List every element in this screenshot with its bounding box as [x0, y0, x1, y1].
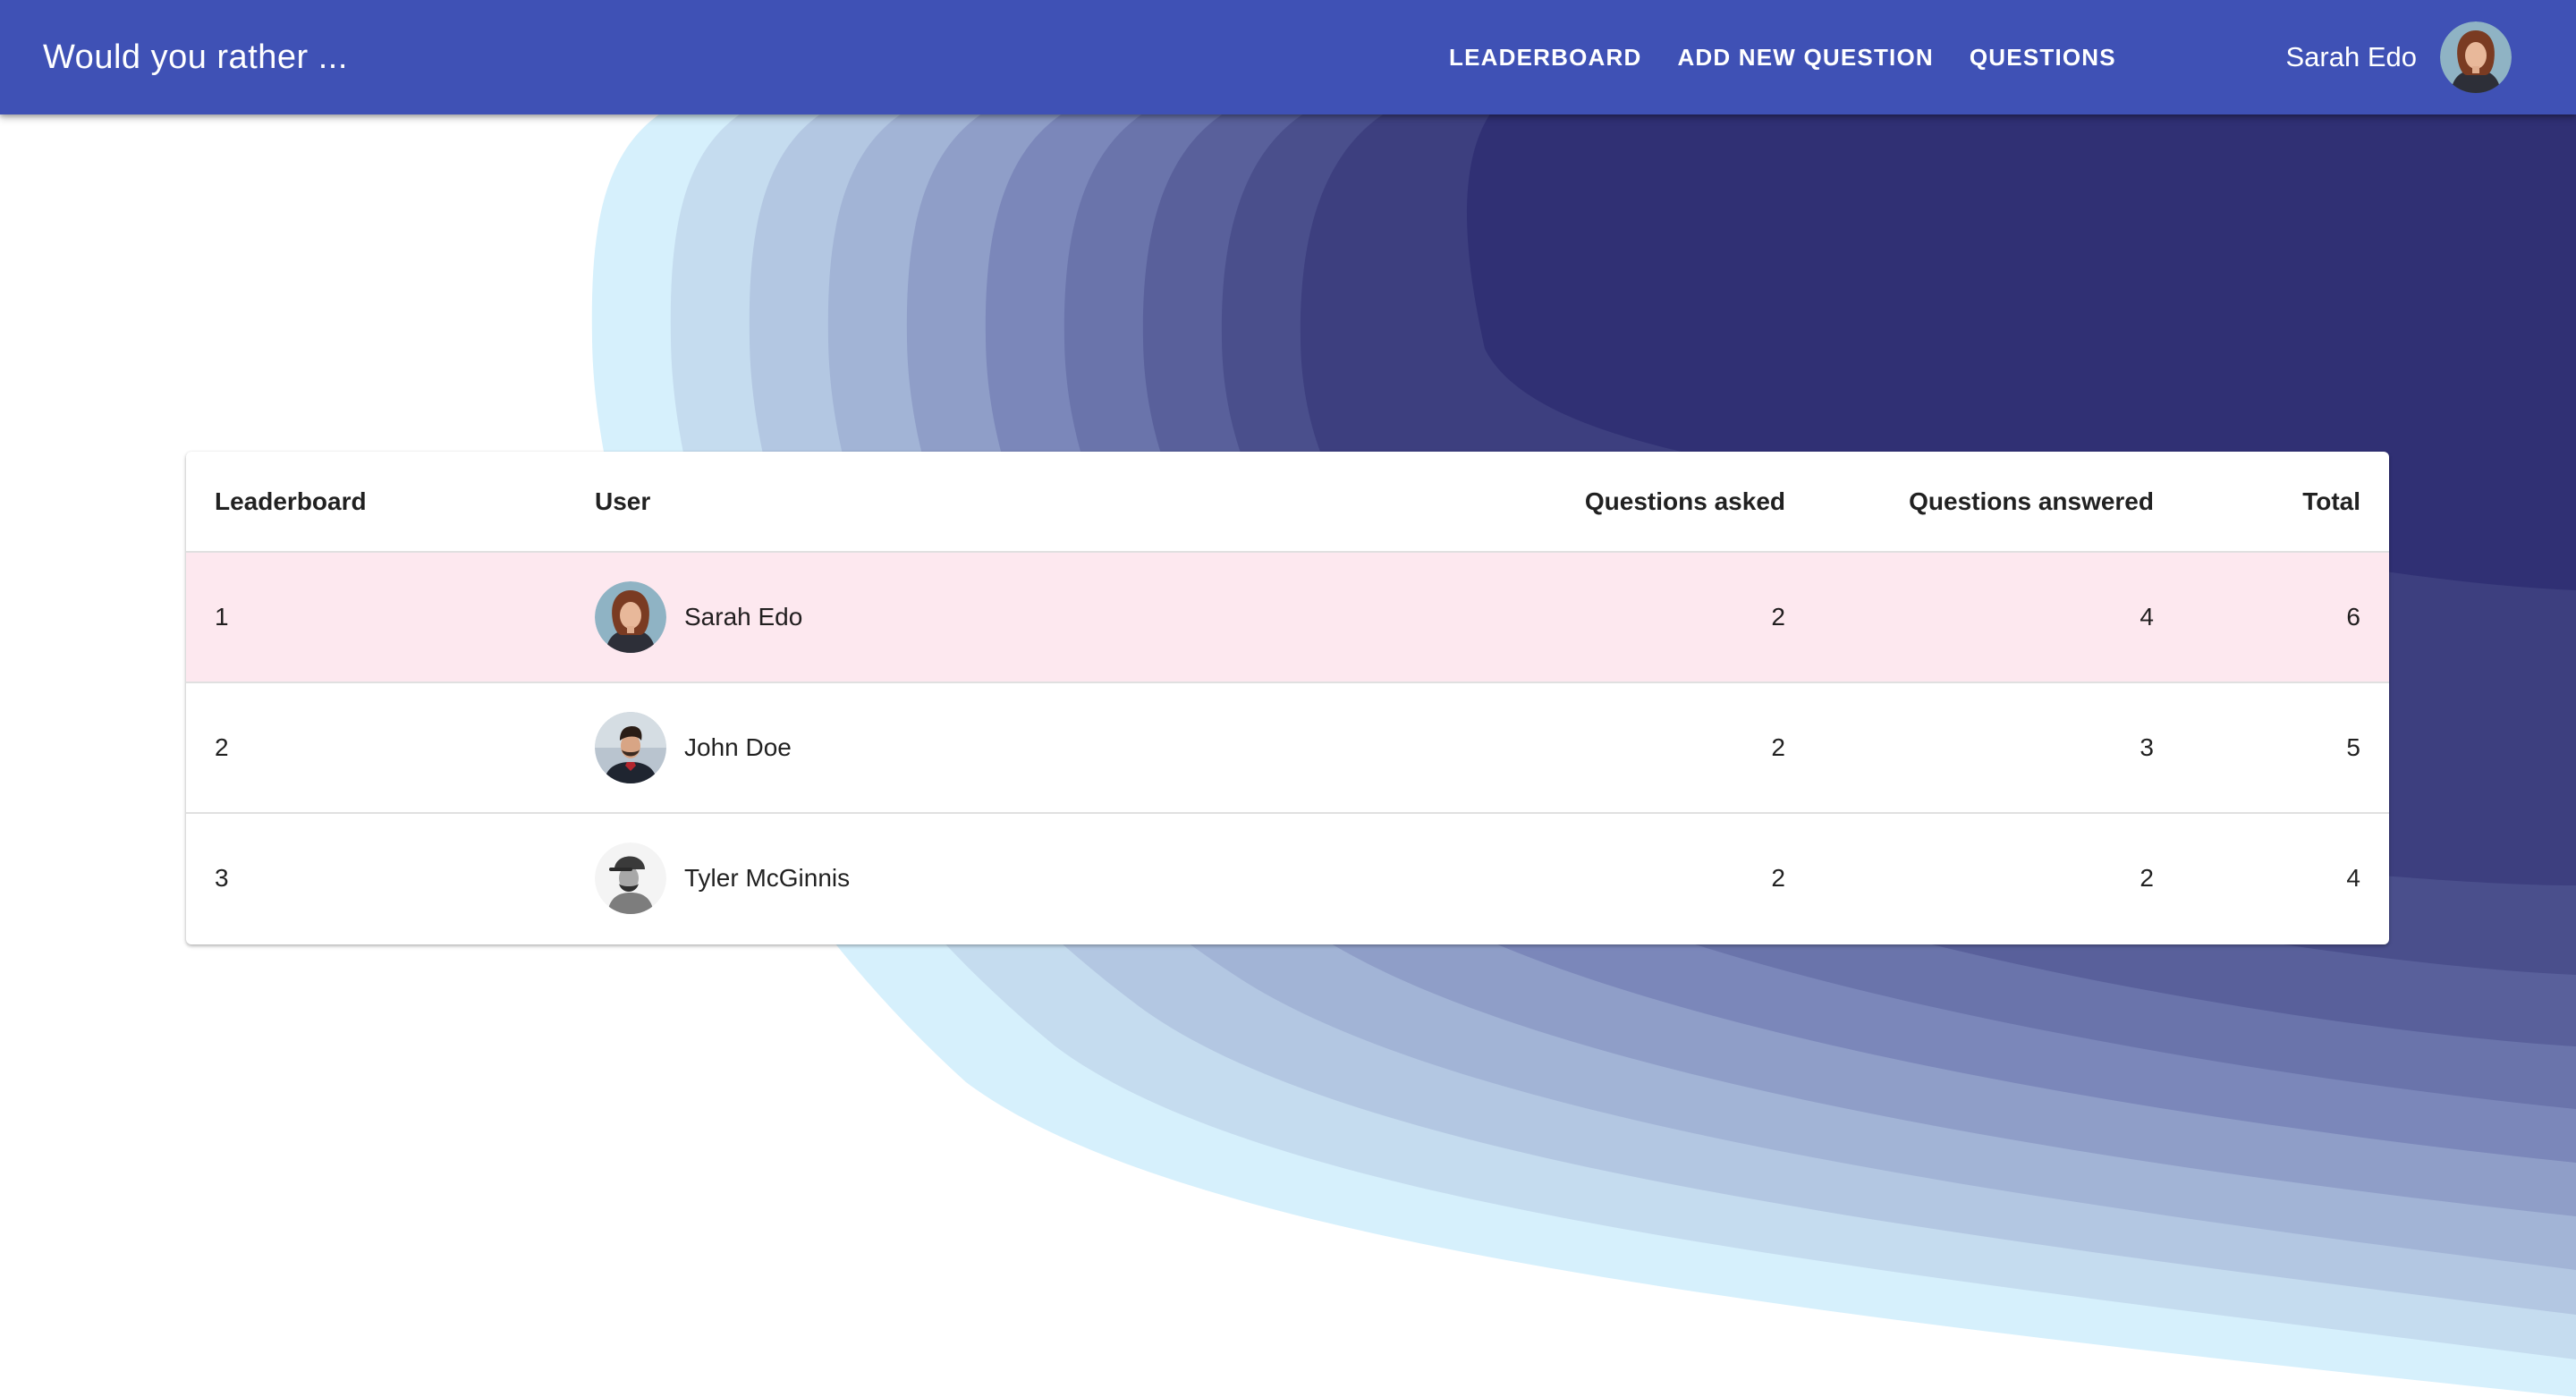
- table-header-row: Leaderboard User Questions asked Questio…: [186, 452, 2389, 553]
- nav-questions-button[interactable]: QUESTIONS: [1952, 31, 2134, 84]
- man-with-cap-avatar-icon: [595, 842, 666, 914]
- leaderboard-table: Leaderboard User Questions asked Questio…: [186, 452, 2389, 943]
- column-header-rank: Leaderboard: [186, 452, 566, 553]
- nav-add-new-question-button[interactable]: ADD NEW QUESTION: [1659, 31, 1951, 84]
- woman-portrait-avatar-icon: [595, 581, 666, 653]
- table-row: 1 Sarah Edo 2 4 6: [186, 552, 2389, 683]
- column-header-user: User: [566, 452, 1134, 553]
- leaderboard-card: Leaderboard User Questions asked Questio…: [186, 452, 2389, 944]
- table-row: 2 John Doe 2 3 5: [186, 682, 2389, 814]
- column-header-questions-answered: Questions answered: [1814, 452, 2182, 553]
- user-cell: John Doe: [566, 682, 1134, 814]
- user-cell: Sarah Edo: [566, 552, 1134, 683]
- main-nav: LEADERBOARD ADD NEW QUESTION QUESTIONS: [1431, 0, 2134, 114]
- nav-leaderboard-button[interactable]: LEADERBOARD: [1431, 31, 1659, 84]
- man-portrait-avatar-icon: [595, 712, 666, 783]
- column-header-questions-asked: Questions asked: [1134, 452, 1814, 553]
- user-name: John Doe: [684, 733, 792, 761]
- total-cell: 5: [2182, 682, 2389, 814]
- rank-cell: 3: [215, 864, 229, 892]
- questions-asked-cell: 2: [1771, 864, 1785, 892]
- app-bar: Would you rather ... LEADERBOARD ADD NEW…: [0, 0, 2576, 114]
- app-title: Would you rather ...: [43, 38, 348, 76]
- questions-answered-cell: 4: [1814, 552, 2182, 683]
- total-cell: 4: [2346, 864, 2360, 892]
- rank-cell: 1: [186, 552, 566, 683]
- table-row: 3 Tyler McGinnis 2 2 4: [186, 813, 2389, 943]
- questions-answered-cell: 2: [2140, 864, 2154, 892]
- user-name: Sarah Edo: [684, 603, 803, 631]
- user-name: Tyler McGinnis: [684, 864, 851, 892]
- questions-answered-cell: 3: [1814, 682, 2182, 814]
- user-menu[interactable]: Sarah Edo: [2286, 0, 2512, 114]
- questions-asked-cell: 2: [1134, 552, 1814, 683]
- total-cell: 6: [2182, 552, 2389, 683]
- questions-asked-cell: 2: [1134, 682, 1814, 814]
- column-header-total: Total: [2182, 452, 2389, 553]
- current-user-name: Sarah Edo: [2285, 41, 2418, 72]
- rank-cell: 2: [186, 682, 566, 814]
- page: Would you rather ... LEADERBOARD ADD NEW…: [0, 0, 2576, 1397]
- user-cell: Tyler McGinnis: [566, 813, 1134, 943]
- current-user-avatar[interactable]: [2440, 21, 2512, 93]
